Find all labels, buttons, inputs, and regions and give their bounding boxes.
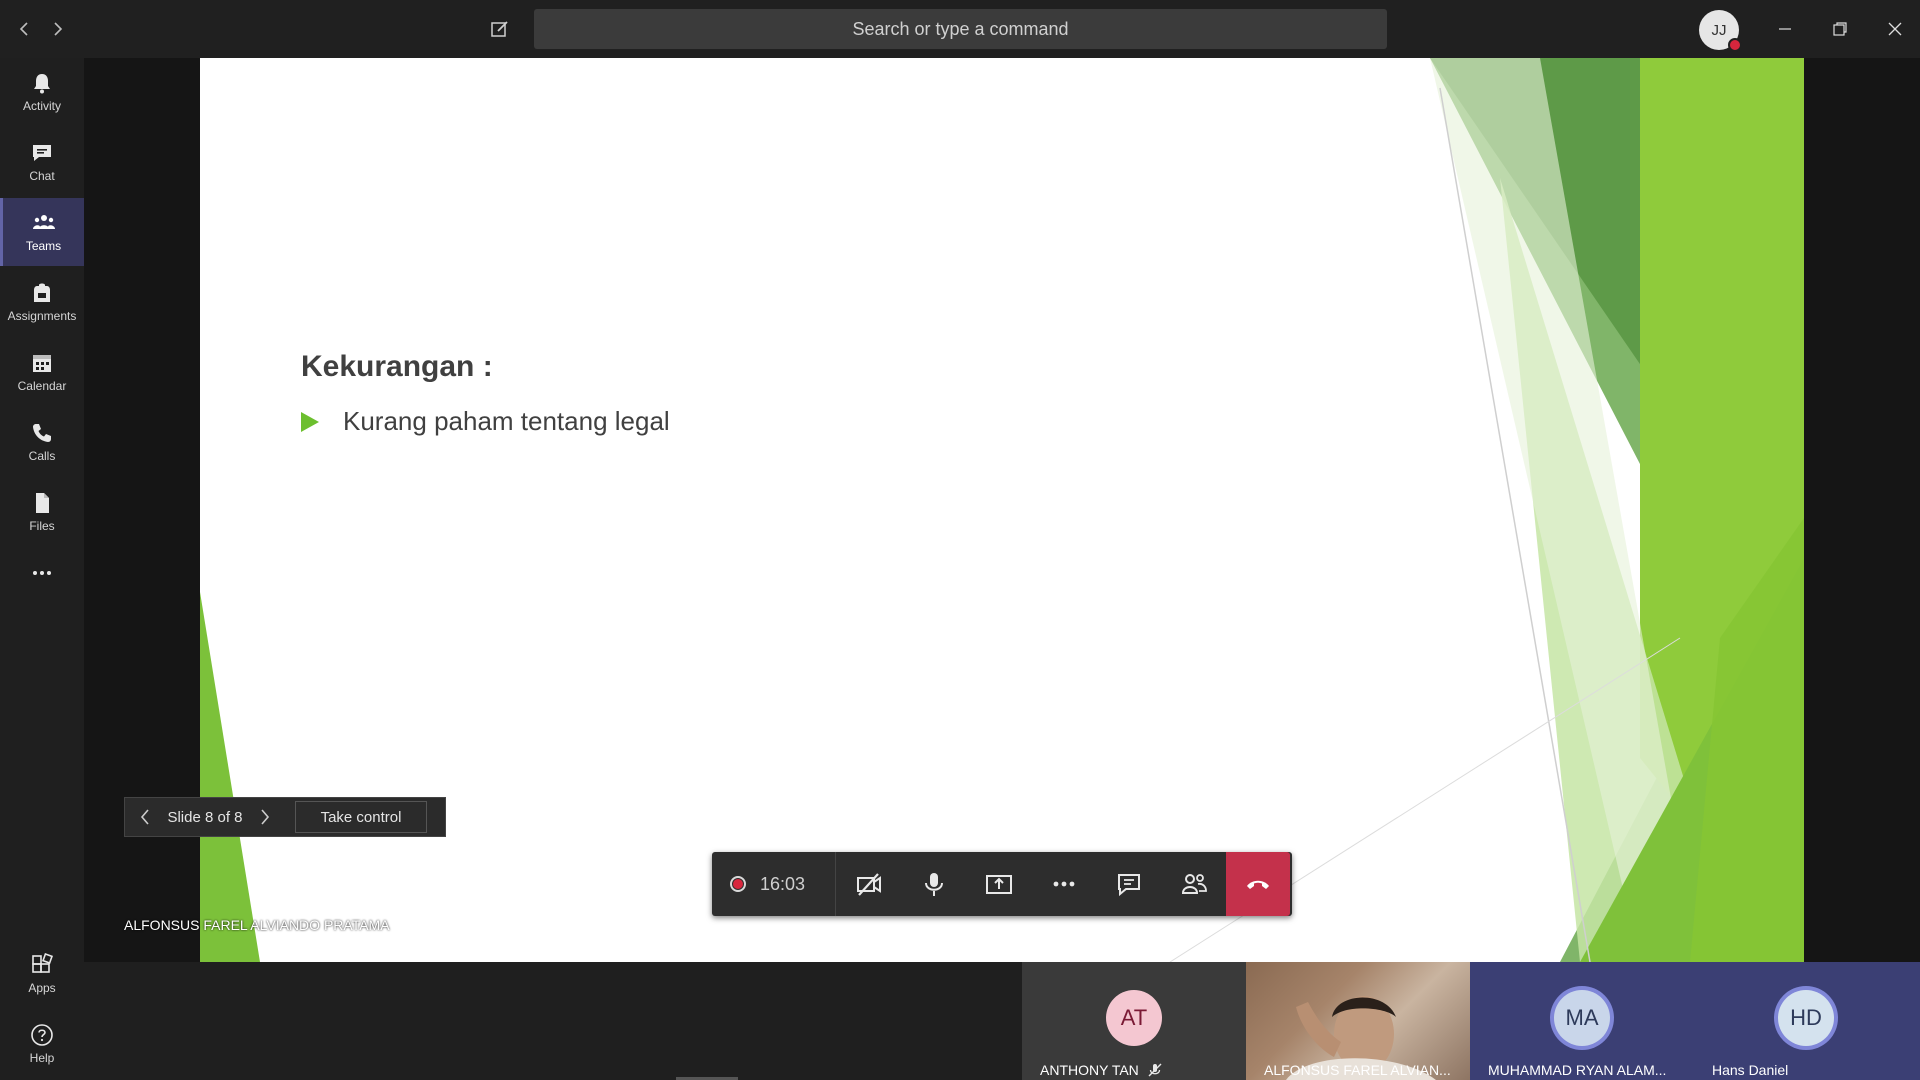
presenter-name: ALFONSUS FAREL ALVIANDO PRATAMA: [124, 917, 390, 933]
rail-item-label: Chat: [29, 169, 55, 183]
rail-item-chat[interactable]: Chat: [0, 128, 84, 196]
title-bar: Search or type a command JJ: [0, 0, 1920, 58]
rail-item-calendar[interactable]: Calendar: [0, 338, 84, 406]
chat-icon: [1117, 874, 1140, 897]
phone-icon: [33, 424, 51, 442]
microphone-button[interactable]: [901, 852, 966, 916]
minimize-icon[interactable]: [1765, 10, 1805, 48]
close-icon[interactable]: [1875, 10, 1915, 48]
slide-bullet-text: Kurang paham tentang legal: [343, 406, 670, 436]
rail-item-label: Activity: [22, 99, 61, 113]
file-icon: [36, 493, 49, 513]
forward-arrow-icon[interactable]: [46, 14, 70, 44]
back-arrow-icon[interactable]: [12, 14, 36, 44]
hang-up-icon: [1247, 880, 1269, 889]
avatar[interactable]: JJ: [1699, 10, 1742, 52]
muted-mic-icon: [1148, 1063, 1162, 1077]
avatar: AT: [1106, 990, 1162, 1046]
rail-item-apps[interactable]: Apps: [0, 940, 84, 1008]
rail-item-files[interactable]: Files: [0, 478, 84, 546]
avatar-initials: JJ: [1711, 21, 1727, 39]
slide-navigator: Slide 8 of 8 Take control: [124, 797, 446, 837]
rail-item-assignments[interactable]: Assignments: [0, 268, 84, 336]
app-rail: Activity Chat Teams Assignments Calendar…: [0, 58, 84, 1080]
search-input[interactable]: Search or type a command: [534, 9, 1387, 49]
rail-item-label: Help: [29, 1051, 55, 1065]
hang-up-button[interactable]: [1226, 852, 1290, 916]
bell-icon: [34, 74, 50, 94]
chat-icon: [33, 145, 51, 161]
call-timer: 16:03: [760, 873, 806, 894]
participants-icon: [1181, 874, 1207, 894]
rail-item-label: Assignments: [7, 309, 77, 323]
participant-tile[interactable]: AT ANTHONY TAN: [1022, 962, 1246, 1080]
rail-item-calls[interactable]: Calls: [0, 408, 84, 476]
more-apps-icon[interactable]: [0, 548, 84, 598]
slide-counter: Slide 8 of 8: [167, 808, 243, 826]
apps-icon: [32, 953, 54, 973]
participant-name-row: ALFONSUS FAREL ALVIAN...: [1264, 1062, 1451, 1078]
participant-name-row: MUHAMMAD RYAN ALAM...: [1488, 1062, 1666, 1078]
participant-video-tile[interactable]: ALFONSUS FAREL ALVIAN...: [1246, 962, 1470, 1080]
recording-indicator: 16:03: [712, 852, 836, 916]
avatar: HD: [1778, 990, 1834, 1046]
show-participants-button[interactable]: [1161, 852, 1226, 916]
participant-gallery: AT ANTHONY TAN ALFONSUS FAREL ALVIAN... …: [1022, 962, 1920, 1080]
help-icon: [31, 1024, 53, 1046]
rail-item-teams[interactable]: Teams: [0, 198, 84, 266]
participant-name: ALFONSUS FAREL ALVIAN...: [1264, 1062, 1451, 1078]
microphone-icon: [924, 873, 943, 896]
calendar-icon: [33, 355, 51, 372]
camera-off-button[interactable]: [836, 852, 901, 916]
participant-tile[interactable]: HD Hans Daniel: [1694, 962, 1920, 1080]
call-controls: 16:03: [712, 852, 1292, 916]
teams-icon: [32, 215, 55, 229]
slide-heading: Kekurangan :: [301, 350, 493, 383]
participant-name-row: ANTHONY TAN: [1040, 1062, 1163, 1078]
record-icon: [730, 876, 746, 892]
bullet-triangle-icon: [301, 411, 319, 432]
avatar: MA: [1554, 990, 1610, 1046]
participant-name: ANTHONY TAN: [1040, 1062, 1139, 1078]
compose-icon[interactable]: [485, 14, 515, 44]
rail-item-label: Files: [29, 519, 55, 533]
rail-item-label: Teams: [25, 239, 62, 253]
participant-name-row: Hans Daniel: [1712, 1062, 1788, 1078]
share-screen-button[interactable]: [966, 852, 1031, 916]
rail-item-label: Calls: [28, 449, 56, 463]
more-actions-button[interactable]: [1031, 852, 1096, 916]
rail-item-label: Calendar: [17, 379, 67, 393]
next-slide-icon[interactable]: [245, 798, 285, 836]
rail-item-help[interactable]: Help: [0, 1010, 84, 1078]
take-control-button[interactable]: Take control: [295, 801, 427, 833]
show-conversation-button[interactable]: [1096, 852, 1161, 916]
restore-icon[interactable]: [1820, 10, 1860, 48]
camera-off-icon: [856, 873, 881, 896]
rail-item-label: Apps: [28, 981, 56, 995]
rail-item-activity[interactable]: Activity: [0, 58, 84, 126]
more-icon: [1053, 881, 1074, 887]
slide-bullet: Kurang paham tentang legal: [301, 406, 670, 437]
participant-name: MUHAMMAD RYAN ALAM...: [1488, 1062, 1667, 1078]
backpack-icon: [34, 283, 50, 302]
presence-status-icon: [1728, 38, 1742, 52]
participant-name: Hans Daniel: [1712, 1062, 1789, 1078]
prev-slide-icon[interactable]: [125, 798, 165, 836]
participant-tile[interactable]: MA MUHAMMAD RYAN ALAM...: [1470, 962, 1694, 1080]
share-tray-icon: [985, 875, 1012, 894]
